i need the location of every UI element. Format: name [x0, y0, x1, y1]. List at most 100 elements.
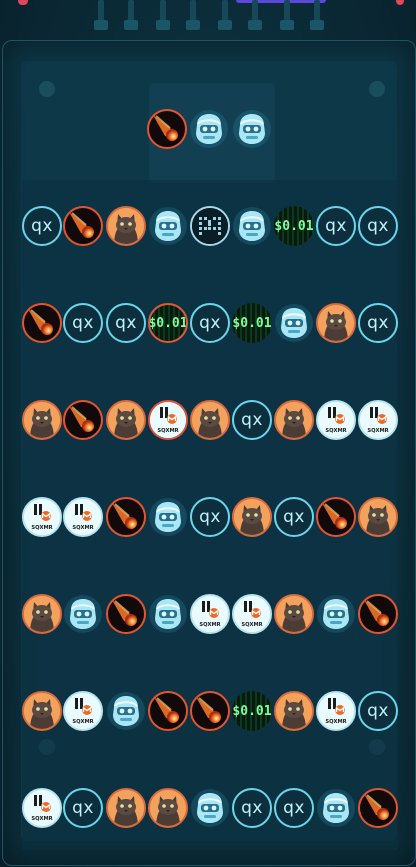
robot-head-token-icon [232, 109, 272, 149]
tile-robot[interactable] [148, 497, 188, 537]
top-left-accent [18, 0, 28, 5]
tile-robot[interactable] [148, 594, 188, 634]
tile-qx[interactable]: qx [190, 303, 230, 343]
svg-text:SQXMR: SQXMR [157, 428, 178, 434]
tile-meteor[interactable] [358, 594, 398, 634]
tile-meteor[interactable] [316, 497, 356, 537]
meteor-token-icon [65, 208, 101, 244]
tile-dollar[interactable]: $0.01 [274, 206, 314, 246]
tile-qx[interactable]: qx [358, 691, 398, 731]
tile-xmr[interactable]: SQXMR [22, 497, 62, 537]
tile-qx[interactable]: qx [63, 303, 103, 343]
tile-dollar[interactable]: $0.01 [232, 691, 272, 731]
svg-text:SQXMR: SQXMR [72, 719, 93, 725]
tile-cat[interactable] [22, 594, 62, 634]
tile-dollar[interactable]: $0.01 [148, 303, 188, 343]
tile-xmr[interactable]: SQXMR [232, 594, 272, 634]
tile-cat[interactable] [148, 788, 188, 828]
tile-meteor[interactable] [148, 691, 188, 731]
tile-meteor[interactable] [147, 109, 187, 149]
circuit-chip-token-icon [192, 208, 228, 244]
cat-token-icon [318, 305, 354, 341]
tile-cat[interactable] [358, 497, 398, 537]
tile-robot[interactable] [232, 109, 272, 149]
feeder-pipes [86, 0, 330, 40]
tile-cat[interactable] [274, 691, 314, 731]
tile-xmr[interactable]: SQXMR [63, 691, 103, 731]
robot-head-token-icon [190, 788, 230, 828]
tile-robot[interactable] [316, 788, 356, 828]
tile-dollar[interactable]: $0.01 [232, 303, 272, 343]
tile-cat[interactable] [22, 691, 62, 731]
svg-text:SQXMR: SQXMR [241, 622, 262, 628]
tile-qx[interactable]: qx [63, 788, 103, 828]
tile-robot[interactable] [232, 206, 272, 246]
meteor-token-icon [108, 499, 144, 535]
xmr-wallet-token-icon: SQXMR [24, 790, 60, 826]
meteor-token-icon [360, 596, 396, 632]
tile-robot[interactable] [189, 109, 229, 149]
meteor-token-icon [360, 790, 396, 826]
robot-head-token-icon [148, 594, 188, 634]
tile-meteor[interactable] [106, 497, 146, 537]
tile-xmr[interactable]: SQXMR [316, 400, 356, 440]
tile-cat[interactable] [106, 400, 146, 440]
svg-text:SQXMR: SQXMR [367, 428, 388, 434]
tile-robot[interactable] [274, 303, 314, 343]
tile-qx[interactable]: qx [358, 206, 398, 246]
svg-text:SQXMR: SQXMR [31, 816, 52, 822]
robot-head-token-icon [316, 594, 356, 634]
tile-cat[interactable] [106, 206, 146, 246]
tile-xmr[interactable]: SQXMR [22, 788, 62, 828]
tile-meteor[interactable] [190, 691, 230, 731]
tile-cat[interactable] [190, 400, 230, 440]
matrix-dollar-token-icon: $0.01 [148, 315, 188, 331]
xmr-wallet-token-icon: SQXMR [234, 596, 270, 632]
tile-robot[interactable] [106, 691, 146, 731]
meteor-token-icon [24, 305, 60, 341]
tile-chip[interactable] [190, 206, 230, 246]
tile-qx[interactable]: qx [190, 497, 230, 537]
tile-xmr[interactable]: SQXMR [148, 400, 188, 440]
tile-robot[interactable] [148, 206, 188, 246]
tile-qx[interactable]: qx [274, 497, 314, 537]
tile-cat[interactable] [274, 400, 314, 440]
tile-cat[interactable] [274, 594, 314, 634]
tile-qx[interactable]: qx [274, 788, 314, 828]
cat-token-icon [360, 499, 396, 535]
tile-meteor[interactable] [358, 788, 398, 828]
tile-qx[interactable]: qx [106, 303, 146, 343]
tile-xmr[interactable]: SQXMR [63, 497, 103, 537]
tile-meteor[interactable] [63, 206, 103, 246]
tile-meteor[interactable] [63, 400, 103, 440]
robot-head-token-icon [63, 594, 103, 634]
qx-token-icon: qx [115, 313, 137, 333]
tile-robot[interactable] [63, 594, 103, 634]
tile-xmr[interactable]: SQXMR [316, 691, 356, 731]
tile-cat[interactable] [232, 497, 272, 537]
tile-xmr[interactable]: SQXMR [358, 400, 398, 440]
cat-token-icon [150, 790, 186, 826]
cat-token-icon [24, 693, 60, 729]
tile-qx[interactable]: qx [358, 303, 398, 343]
tile-robot[interactable] [316, 594, 356, 634]
cat-token-icon [276, 693, 312, 729]
qx-token-icon: qx [367, 216, 389, 236]
meteor-token-icon [149, 111, 185, 147]
tile-xmr[interactable]: SQXMR [190, 594, 230, 634]
tile-cat[interactable] [106, 788, 146, 828]
svg-text:SQXMR: SQXMR [31, 525, 52, 531]
qx-token-icon: qx [199, 313, 221, 333]
meteor-token-icon [192, 693, 228, 729]
tile-qx[interactable]: qx [232, 400, 272, 440]
tile-cat[interactable] [22, 400, 62, 440]
tile-qx[interactable]: qx [316, 206, 356, 246]
tile-cat[interactable] [316, 303, 356, 343]
tile-qx[interactable]: qx [232, 788, 272, 828]
meteor-token-icon [150, 693, 186, 729]
tile-qx[interactable]: qx [22, 206, 62, 246]
qx-token-icon: qx [241, 798, 263, 818]
tile-meteor[interactable] [22, 303, 62, 343]
tile-robot[interactable] [190, 788, 230, 828]
tile-meteor[interactable] [106, 594, 146, 634]
